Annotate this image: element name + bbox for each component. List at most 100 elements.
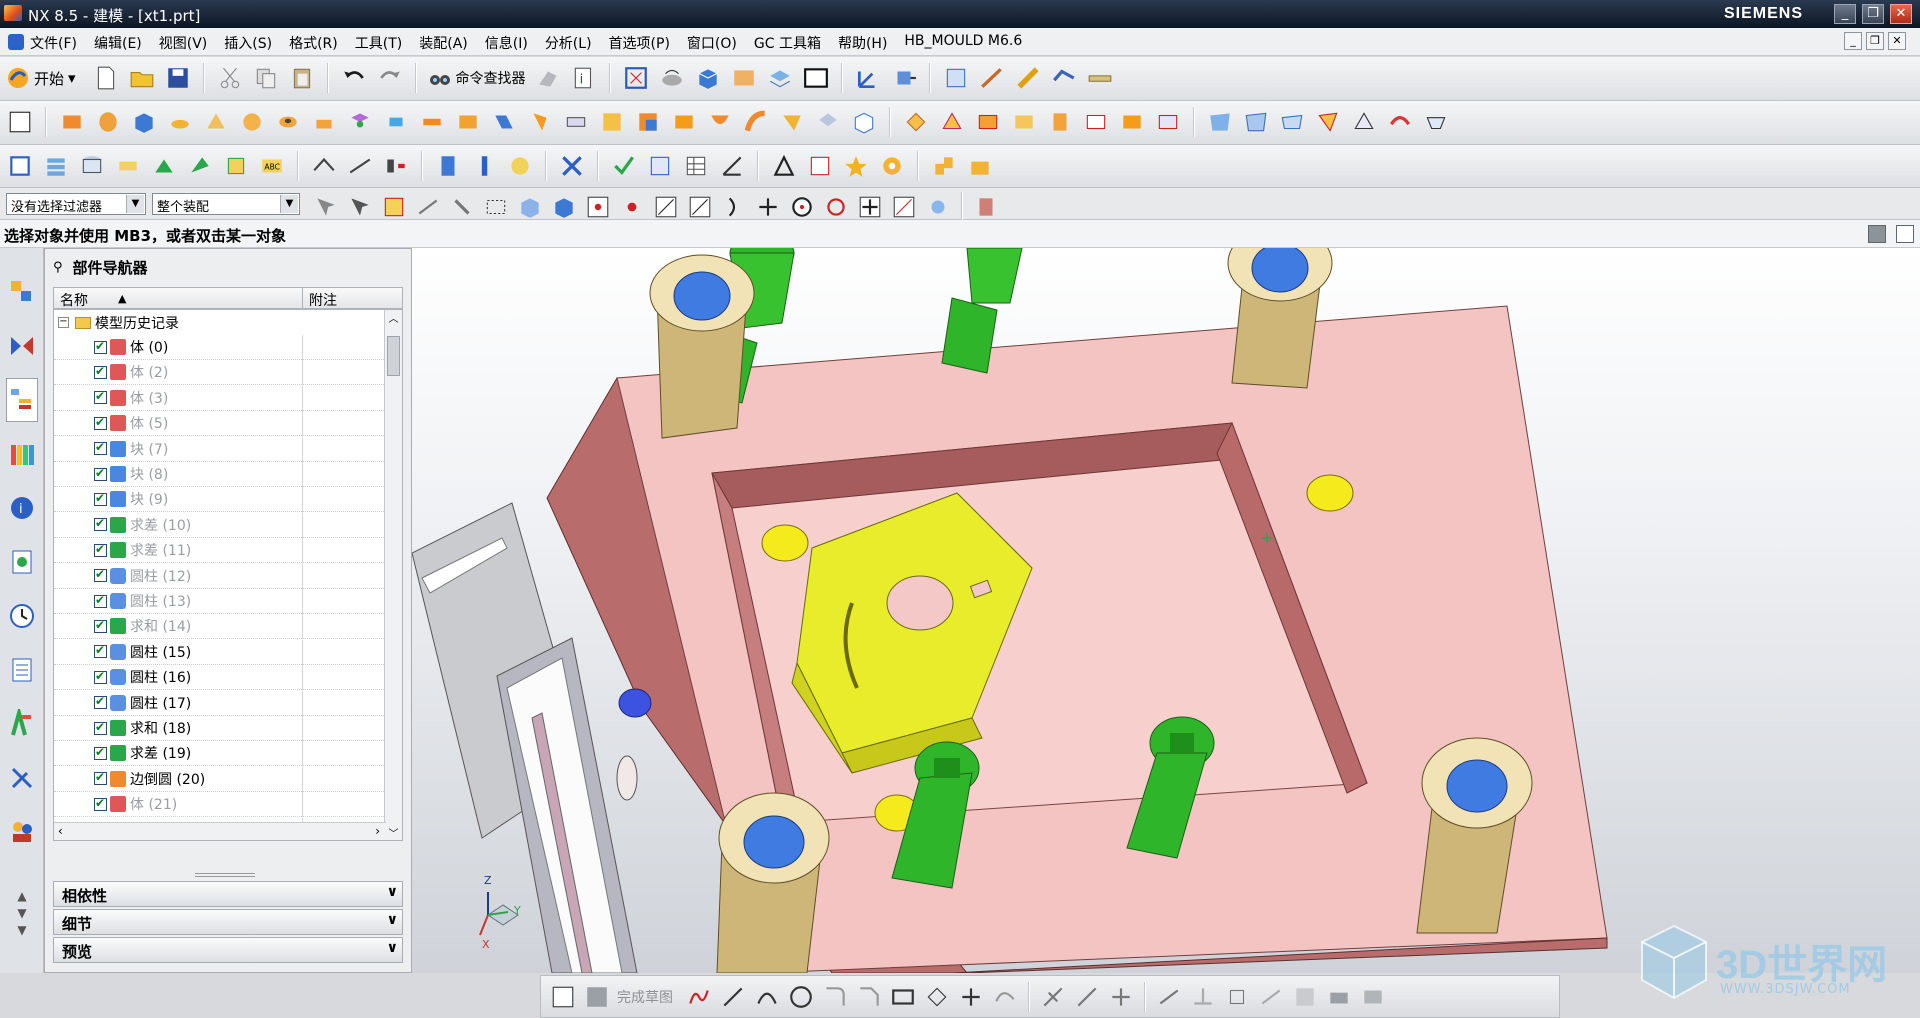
groove-icon[interactable] bbox=[454, 108, 482, 136]
chamfer-sketch-icon[interactable] bbox=[855, 983, 883, 1011]
axis-icon[interactable] bbox=[718, 152, 746, 180]
cone-icon[interactable] bbox=[202, 108, 230, 136]
tree-item[interactable]: 体 (5) bbox=[54, 411, 386, 437]
checkbox-icon[interactable] bbox=[94, 567, 107, 583]
menu-tools[interactable]: 工具(T) bbox=[355, 33, 402, 53]
tree-item[interactable]: 体 (2) bbox=[54, 360, 386, 386]
cube-select-icon[interactable] bbox=[516, 193, 544, 221]
menu-edit[interactable]: 编辑(E) bbox=[94, 33, 142, 53]
mould-wizard-icon[interactable] bbox=[6, 152, 34, 180]
menu-gc-toolkit[interactable]: GC 工具箱 bbox=[754, 33, 821, 53]
tree-item[interactable]: 体 (21) bbox=[54, 792, 386, 818]
boss-icon[interactable] bbox=[310, 108, 338, 136]
background-icon[interactable] bbox=[730, 64, 758, 92]
menu-analysis[interactable]: 分析(L) bbox=[545, 33, 592, 53]
doc-restore-button[interactable]: ❐ bbox=[1866, 32, 1884, 50]
ruler-icon[interactable] bbox=[1086, 64, 1114, 92]
tree-item[interactable]: 边倒圆 (20) bbox=[54, 766, 386, 792]
thicken-icon[interactable] bbox=[1046, 108, 1074, 136]
reuse-library-icon[interactable] bbox=[6, 432, 38, 476]
database-icon[interactable] bbox=[78, 152, 106, 180]
point-on-face-icon[interactable] bbox=[924, 193, 952, 221]
column-divider[interactable] bbox=[302, 288, 303, 308]
tools-icon[interactable] bbox=[558, 152, 586, 180]
sketch-task-icon[interactable] bbox=[549, 983, 577, 1011]
tree-item[interactable]: 求差 (10) bbox=[54, 512, 386, 538]
checkbox-icon[interactable] bbox=[94, 364, 107, 379]
checkbox-icon[interactable] bbox=[94, 389, 107, 405]
unite-feature-icon[interactable] bbox=[490, 108, 518, 136]
display-window-icon[interactable] bbox=[802, 64, 830, 92]
collapse-icon[interactable]: − bbox=[58, 317, 69, 328]
snap-point-icon[interactable] bbox=[584, 193, 612, 221]
sketch-icon[interactable] bbox=[6, 108, 34, 136]
system-material-icon[interactable] bbox=[6, 648, 38, 692]
column-notes[interactable]: 附注 bbox=[309, 290, 337, 310]
profile-icon[interactable] bbox=[685, 983, 713, 1011]
sew-icon[interactable] bbox=[1154, 108, 1182, 136]
cut-icon[interactable] bbox=[216, 64, 244, 92]
checkbox-icon[interactable] bbox=[94, 593, 107, 608]
tree-item[interactable]: 求差 (19) bbox=[54, 741, 386, 767]
star-icon[interactable] bbox=[842, 152, 870, 180]
studio-spline-icon[interactable] bbox=[991, 983, 1019, 1011]
slot-icon[interactable] bbox=[418, 108, 446, 136]
tree-item[interactable]: 求和 (18) bbox=[54, 716, 386, 741]
mid-point-icon[interactable] bbox=[686, 193, 714, 221]
point-on-curve-icon[interactable] bbox=[890, 193, 918, 221]
sketch-settings-icon[interactable] bbox=[1291, 983, 1319, 1011]
tree-item[interactable]: 块 (9) bbox=[54, 487, 386, 513]
fillet-icon[interactable] bbox=[821, 983, 849, 1011]
studio-surface-icon[interactable] bbox=[1386, 108, 1414, 136]
checkbox-icon[interactable] bbox=[94, 466, 107, 481]
arc-icon[interactable] bbox=[753, 983, 781, 1011]
redo-icon[interactable] bbox=[376, 64, 404, 92]
column-name[interactable]: 名称 bbox=[60, 290, 88, 310]
menu-hb-mould[interactable]: HB_MOULD M6.6 bbox=[904, 33, 1022, 53]
rectangle-select-icon[interactable] bbox=[482, 193, 510, 221]
arc-center-icon[interactable] bbox=[788, 193, 816, 221]
menu-icon[interactable] bbox=[8, 34, 24, 50]
edge-blend-feature-icon[interactable] bbox=[634, 108, 662, 136]
role-icon[interactable] bbox=[6, 702, 38, 746]
touch-mode-icon[interactable] bbox=[534, 64, 562, 92]
end-point-icon[interactable] bbox=[618, 193, 646, 221]
tree-root[interactable]: − 模型历史记录 bbox=[54, 310, 386, 335]
general-selection-icon[interactable] bbox=[312, 193, 340, 221]
shell-icon[interactable] bbox=[670, 108, 698, 136]
dimension-icon[interactable] bbox=[1155, 983, 1183, 1011]
rectangle-icon[interactable] bbox=[889, 983, 917, 1011]
checkbox-icon[interactable] bbox=[94, 745, 107, 760]
close-button[interactable]: ✕ bbox=[1890, 4, 1912, 24]
pick-icon[interactable] bbox=[448, 193, 476, 221]
extrude-icon[interactable] bbox=[58, 108, 86, 136]
pin-icon[interactable] bbox=[470, 152, 498, 180]
control-point-icon[interactable] bbox=[720, 193, 748, 221]
constraint-navigator-icon[interactable] bbox=[6, 324, 38, 368]
checkbox-icon[interactable] bbox=[94, 796, 107, 811]
shaded-cube-icon[interactable] bbox=[694, 64, 722, 92]
command-finder-button[interactable]: 命令查找器 bbox=[428, 66, 526, 90]
menu-window[interactable]: 窗口(O) bbox=[687, 33, 737, 53]
new-file-icon[interactable] bbox=[92, 64, 120, 92]
cylinder-feature-icon[interactable] bbox=[166, 108, 194, 136]
drum-icon[interactable] bbox=[434, 152, 462, 180]
trim-body-icon[interactable] bbox=[778, 108, 806, 136]
quick-extend-icon[interactable] bbox=[1073, 983, 1101, 1011]
n-sided-icon[interactable] bbox=[1350, 108, 1378, 136]
swept-icon[interactable] bbox=[1314, 108, 1342, 136]
body-select-icon[interactable] bbox=[550, 193, 578, 221]
checkbox-icon[interactable] bbox=[94, 618, 107, 633]
scroll-up-icon[interactable]: ︿ bbox=[385, 310, 402, 325]
component-icon[interactable] bbox=[966, 152, 994, 180]
ejector-icon[interactable] bbox=[222, 152, 250, 180]
pad-icon[interactable] bbox=[382, 108, 410, 136]
triangle-icon[interactable] bbox=[770, 152, 798, 180]
splitter-handle[interactable] bbox=[195, 873, 255, 877]
intersect-icon[interactable] bbox=[562, 108, 590, 136]
chamfer-icon[interactable] bbox=[598, 108, 626, 136]
tree-item[interactable]: 圆柱 (12) bbox=[54, 563, 386, 589]
status-icon[interactable] bbox=[1868, 225, 1886, 243]
checkbox-icon[interactable] bbox=[94, 415, 107, 430]
tree-item[interactable]: 块 (7) bbox=[54, 436, 386, 462]
